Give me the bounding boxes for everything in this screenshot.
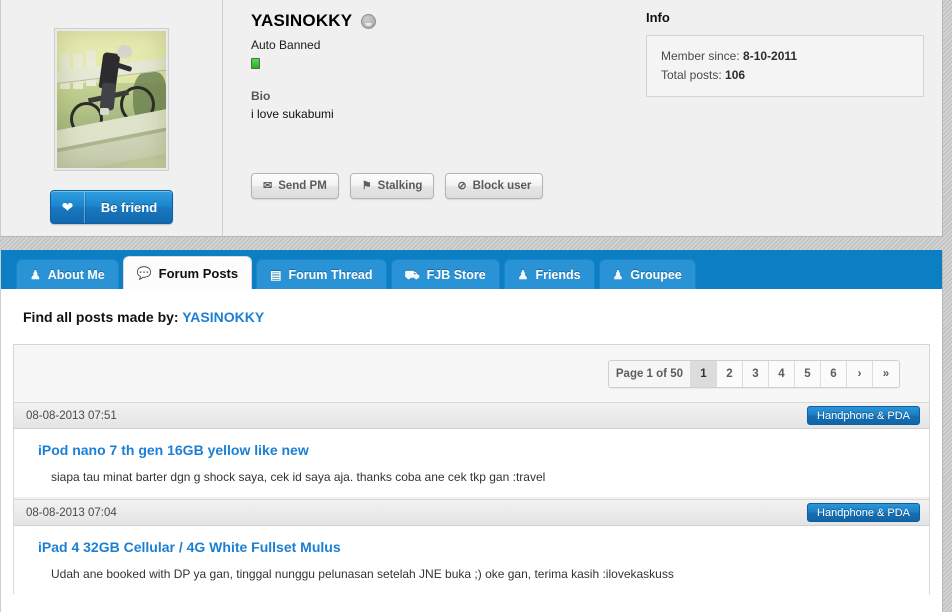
pagination-page-6[interactable]: 6 bbox=[821, 360, 847, 387]
member-since-label: Member since: bbox=[661, 49, 740, 63]
post-excerpt: Udah ane booked with DP ya gan, tinggal … bbox=[51, 567, 674, 581]
member-since-value: 8-10-2011 bbox=[743, 49, 798, 63]
post-date: 08-08-2013 07:04 bbox=[26, 506, 117, 519]
post-title-link[interactable]: iPod nano 7 th gen 16GB yellow like new bbox=[38, 442, 309, 458]
heart-icon: ❤ bbox=[51, 191, 85, 223]
tab-fjb-store[interactable]: ⛟ FJB Store bbox=[390, 259, 500, 289]
pagination-page-5[interactable]: 5 bbox=[795, 360, 821, 387]
post-category-badge[interactable]: Handphone & PDA bbox=[807, 503, 920, 522]
avatar-image bbox=[57, 31, 166, 168]
group-people-icon: ♟ bbox=[612, 267, 624, 282]
pagination-page-2[interactable]: 2 bbox=[717, 360, 743, 387]
gray-smiley-offline-icon bbox=[361, 13, 377, 29]
speech-bubble-icon: 💬 bbox=[136, 266, 152, 280]
profile-panel: ❤ Be friend YASINOKKY Auto Banned Bio i … bbox=[0, 0, 943, 237]
post-item: 08-08-2013 07:04 Handphone & PDA iPad 4 … bbox=[14, 499, 929, 594]
bio-heading: Bio bbox=[251, 89, 271, 103]
green-online-indicator-icon bbox=[251, 58, 260, 69]
be-friend-label: Be friend bbox=[85, 191, 172, 223]
username-row: YASINOKKY bbox=[251, 11, 632, 31]
tab-friends[interactable]: ♟ Friends bbox=[503, 259, 595, 289]
person-bust-icon: ♟ bbox=[30, 267, 41, 282]
tab-fjb-store-label: FJB Store bbox=[426, 267, 486, 282]
info-column: Info Member since: 8-10-2011 Total posts… bbox=[632, 0, 942, 236]
person-icon: ♟ bbox=[517, 267, 529, 282]
post-category-badge[interactable]: Handphone & PDA bbox=[807, 406, 920, 425]
tab-about-me-label: About Me bbox=[47, 267, 105, 282]
eye-slash-icon: ⊘ bbox=[457, 179, 467, 192]
envelope-icon: ✉ bbox=[263, 179, 273, 192]
user-title: Auto Banned bbox=[251, 38, 321, 52]
stalking-button[interactable]: ⚑ Stalking bbox=[349, 173, 435, 199]
stalking-label: Stalking bbox=[377, 180, 423, 192]
pagination: Page 1 of 50 1 2 3 4 5 6 › » bbox=[607, 359, 900, 388]
pagination-row: Page 1 of 50 1 2 3 4 5 6 › » bbox=[14, 345, 929, 402]
find-posts-username-link[interactable]: YASINOKKY bbox=[182, 309, 264, 325]
calendar-icon: ▤ bbox=[270, 267, 282, 282]
pagination-next-icon[interactable]: › bbox=[847, 360, 873, 387]
find-posts-heading: Find all posts made by: YASINOKKY bbox=[1, 289, 942, 344]
send-pm-label: Send PM bbox=[278, 180, 327, 192]
tab-about-me[interactable]: ♟ About Me bbox=[16, 259, 119, 289]
avatar[interactable] bbox=[54, 28, 169, 171]
profile-avatar-column: ❤ Be friend bbox=[1, 0, 223, 236]
tab-forum-thread[interactable]: ▤ Forum Thread bbox=[256, 259, 387, 289]
post-item: 08-08-2013 07:51 Handphone & PDA iPod na… bbox=[14, 402, 929, 497]
page-root: ❤ Be friend YASINOKKY Auto Banned Bio i … bbox=[0, 0, 952, 612]
post-title-link[interactable]: iPad 4 32GB Cellular / 4G White Fullset … bbox=[38, 539, 341, 555]
shopping-cart-icon: ⛟ bbox=[404, 267, 420, 282]
profile-details-column: YASINOKKY Auto Banned Bio i love sukabum… bbox=[223, 0, 632, 236]
find-posts-prefix: Find all posts made by: bbox=[23, 309, 179, 325]
total-posts-value: 106 bbox=[725, 68, 746, 82]
post-date: 08-08-2013 07:51 bbox=[26, 409, 117, 422]
block-user-label: Block user bbox=[472, 180, 532, 192]
pagination-page-1[interactable]: 1 bbox=[691, 360, 717, 387]
tab-groupee-label: Groupee bbox=[630, 267, 682, 282]
member-since-line: Member since: 8-10-2011 bbox=[661, 47, 909, 66]
block-user-button[interactable]: ⊘ Block user bbox=[445, 173, 544, 199]
tab-content-forum-posts: Find all posts made by: YASINOKKY Page 1… bbox=[1, 289, 942, 594]
tab-forum-thread-label: Forum Thread bbox=[288, 267, 373, 282]
total-posts-line: Total posts: 106 bbox=[661, 66, 909, 85]
pagination-last-icon[interactable]: » bbox=[873, 360, 899, 387]
post-header: 08-08-2013 07:04 Handphone & PDA bbox=[14, 499, 929, 526]
info-box: Member since: 8-10-2011 Total posts: 106 bbox=[646, 35, 924, 97]
tab-forum-posts-label: Forum Posts bbox=[158, 265, 239, 281]
bookmark-icon: ⚑ bbox=[361, 179, 372, 192]
tab-groupee[interactable]: ♟ Groupee bbox=[598, 259, 696, 289]
bio-text: i love sukabumi bbox=[251, 107, 334, 121]
tab-panel: ♟ About Me 💬 Forum Posts ▤ Forum Thread … bbox=[0, 250, 943, 612]
be-friend-button[interactable]: ❤ Be friend bbox=[50, 190, 173, 224]
post-excerpt: siapa tau minat barter dgn g shock saya,… bbox=[51, 470, 546, 484]
info-heading: Info bbox=[646, 10, 670, 25]
posts-container: Page 1 of 50 1 2 3 4 5 6 › » 08-08-2013 … bbox=[13, 344, 930, 594]
page-title: YASINOKKY bbox=[251, 11, 353, 30]
tab-friends-label: Friends bbox=[535, 267, 581, 282]
tab-forum-posts[interactable]: 💬 Forum Posts bbox=[122, 256, 253, 289]
send-pm-button[interactable]: ✉ Send PM bbox=[251, 173, 339, 199]
tab-bar: ♟ About Me 💬 Forum Posts ▤ Forum Thread … bbox=[1, 250, 942, 289]
post-header: 08-08-2013 07:51 Handphone & PDA bbox=[14, 402, 929, 429]
profile-action-buttons: ✉ Send PM ⚑ Stalking ⊘ Block user bbox=[251, 173, 632, 199]
pagination-page-3[interactable]: 3 bbox=[743, 360, 769, 387]
pagination-page-label: Page 1 of 50 bbox=[608, 360, 691, 387]
post-body: iPod nano 7 th gen 16GB yellow like new … bbox=[14, 429, 929, 497]
total-posts-label: Total posts: bbox=[661, 68, 722, 82]
post-body: iPad 4 32GB Cellular / 4G White Fullset … bbox=[14, 526, 929, 594]
pagination-page-4[interactable]: 4 bbox=[769, 360, 795, 387]
